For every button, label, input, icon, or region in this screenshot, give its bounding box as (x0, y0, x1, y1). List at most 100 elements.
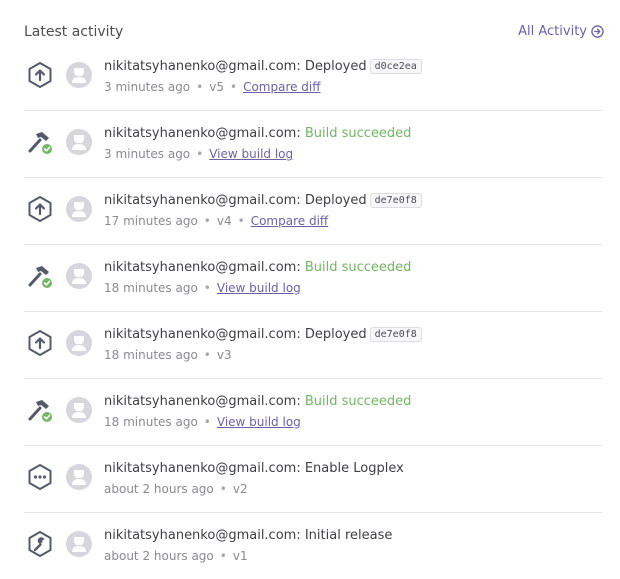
separator-dot: • (229, 80, 238, 94)
avatar (66, 196, 92, 222)
user-placeholder-icon (71, 200, 87, 218)
avatar (66, 129, 92, 155)
user-email: nikitatsyhanenko@gmail.com: (104, 59, 301, 74)
activity-text: nikitatsyhanenko@gmail.com: Initial rele… (104, 527, 602, 565)
activity-summary: nikitatsyhanenko@gmail.com: Build succee… (104, 259, 602, 277)
avatar (66, 531, 92, 557)
commit-hash: de7e0f8 (369, 327, 422, 342)
user-placeholder-icon (71, 468, 87, 486)
separator-dot: • (219, 549, 227, 563)
user-placeholder-icon (71, 267, 87, 285)
activity-time: 18 minutes ago (104, 415, 198, 429)
activity-time: 17 minutes ago (104, 214, 198, 228)
activity-time: 18 minutes ago (104, 281, 198, 295)
commit-hash: de7e0f8 (369, 193, 422, 208)
deploy-icon (26, 195, 54, 223)
activity-meta: 3 minutes ago • View build log (104, 145, 602, 163)
user-placeholder-icon (71, 133, 87, 151)
activity-message: Deployed (304, 193, 367, 208)
activity-text: nikitatsyhanenko@gmail.com: Deployed de7e… (104, 192, 602, 230)
user-email: nikitatsyhanenko@gmail.com: (104, 461, 301, 476)
activity-meta: 18 minutes ago • View build log (104, 279, 602, 297)
release-version: v1 (232, 549, 248, 563)
avatar (66, 330, 92, 356)
separator-dot: • (237, 214, 245, 228)
view-build-log-link[interactable]: View build log (217, 415, 301, 429)
activity-item: nikitatsyhanenko@gmail.com: Deployed d0ce… (24, 44, 602, 111)
activity-meta: 17 minutes ago • v4 • Compare diff (104, 212, 602, 230)
activity-item: nikitatsyhanenko@gmail.com: Build succee… (24, 379, 602, 446)
wrench-icon (26, 530, 54, 558)
avatar (66, 62, 92, 88)
activity-time: 3 minutes ago (104, 80, 191, 94)
activity-header: Latest activity All Activity (24, 22, 604, 44)
view-build-log-link[interactable]: View build log (217, 281, 301, 295)
activity-item: nikitatsyhanenko@gmail.com: Build succee… (24, 111, 602, 178)
activity-message: Deployed (304, 327, 367, 342)
activity-message: Deployed (304, 59, 367, 74)
user-placeholder-icon (71, 535, 87, 553)
user-email: nikitatsyhanenko@gmail.com: (104, 193, 301, 208)
activity-time: about 2 hours ago (104, 482, 214, 496)
user-placeholder-icon (71, 66, 87, 84)
activity-item: nikitatsyhanenko@gmail.com: Deployed de7e… (24, 178, 602, 245)
separator-dot: • (203, 214, 211, 228)
user-email: nikitatsyhanenko@gmail.com: (104, 394, 301, 409)
activity-message: Build succeeded (304, 126, 412, 141)
separator-dot: • (196, 80, 204, 94)
deploy-icon (26, 61, 54, 89)
activity-list: nikitatsyhanenko@gmail.com: Deployed d0ce… (24, 44, 602, 579)
activity-summary: nikitatsyhanenko@gmail.com: Deployed de7e… (104, 192, 602, 210)
user-email: nikitatsyhanenko@gmail.com: (104, 260, 301, 275)
separator-dot: • (203, 415, 211, 429)
activity-summary: nikitatsyhanenko@gmail.com: Deployed d0ce… (104, 58, 602, 76)
activity-item: nikitatsyhanenko@gmail.com: Build succee… (24, 245, 602, 312)
activity-meta: 18 minutes ago • View build log (104, 413, 602, 431)
activity-time: 18 minutes ago (104, 348, 198, 362)
release-version: v4 (216, 214, 232, 228)
activity-text: nikitatsyhanenko@gmail.com: Enable Logpl… (104, 460, 602, 498)
avatar (66, 464, 92, 490)
activity-item: nikitatsyhanenko@gmail.com: Enable Logpl… (24, 446, 602, 513)
avatar (66, 263, 92, 289)
activity-text: nikitatsyhanenko@gmail.com: Deployed d0ce… (104, 58, 602, 96)
activity-message: Initial release (304, 528, 393, 543)
all-activity-link[interactable]: All Activity (518, 24, 604, 39)
activity-message: Build succeeded (304, 260, 412, 275)
activity-summary: nikitatsyhanenko@gmail.com: Build succee… (104, 125, 602, 143)
activity-meta: about 2 hours ago • v1 (104, 547, 602, 565)
activity-message: Enable Logplex (304, 461, 404, 476)
avatar (66, 397, 92, 423)
activity-item: nikitatsyhanenko@gmail.com: Deployed de7e… (24, 312, 602, 379)
compare-diff-link[interactable]: Compare diff (251, 214, 328, 228)
activity-summary: nikitatsyhanenko@gmail.com: Enable Logpl… (104, 460, 602, 478)
section-title: Latest activity (24, 24, 124, 40)
activity-summary: nikitatsyhanenko@gmail.com: Initial rele… (104, 527, 602, 545)
view-build-log-link[interactable]: View build log (209, 147, 293, 161)
release-version: v3 (216, 348, 232, 362)
activity-time: about 2 hours ago (104, 549, 214, 563)
more-dots-icon (26, 463, 54, 491)
build-success-icon (26, 396, 54, 424)
separator-dot: • (219, 482, 227, 496)
all-activity-label: All Activity (518, 24, 587, 39)
activity-summary: nikitatsyhanenko@gmail.com: Deployed de7e… (104, 326, 602, 344)
user-placeholder-icon (71, 334, 87, 352)
compare-diff-link[interactable]: Compare diff (243, 80, 320, 94)
activity-summary: nikitatsyhanenko@gmail.com: Build succee… (104, 393, 602, 411)
user-email: nikitatsyhanenko@gmail.com: (104, 528, 301, 543)
activity-message: Build succeeded (304, 394, 412, 409)
activity-text: nikitatsyhanenko@gmail.com: Build succee… (104, 259, 602, 297)
separator-dot: • (203, 348, 211, 362)
separator-dot: • (203, 281, 211, 295)
activity-meta: 3 minutes ago • v5 • Compare diff (104, 78, 602, 96)
separator-dot: • (196, 147, 204, 161)
arrow-right-circle-icon (591, 25, 604, 38)
deploy-icon (26, 329, 54, 357)
build-success-icon (26, 128, 54, 156)
activity-text: nikitatsyhanenko@gmail.com: Build succee… (104, 393, 602, 431)
user-placeholder-icon (71, 401, 87, 419)
user-email: nikitatsyhanenko@gmail.com: (104, 126, 301, 141)
activity-text: nikitatsyhanenko@gmail.com: Build succee… (104, 125, 602, 163)
release-version: v2 (232, 482, 248, 496)
